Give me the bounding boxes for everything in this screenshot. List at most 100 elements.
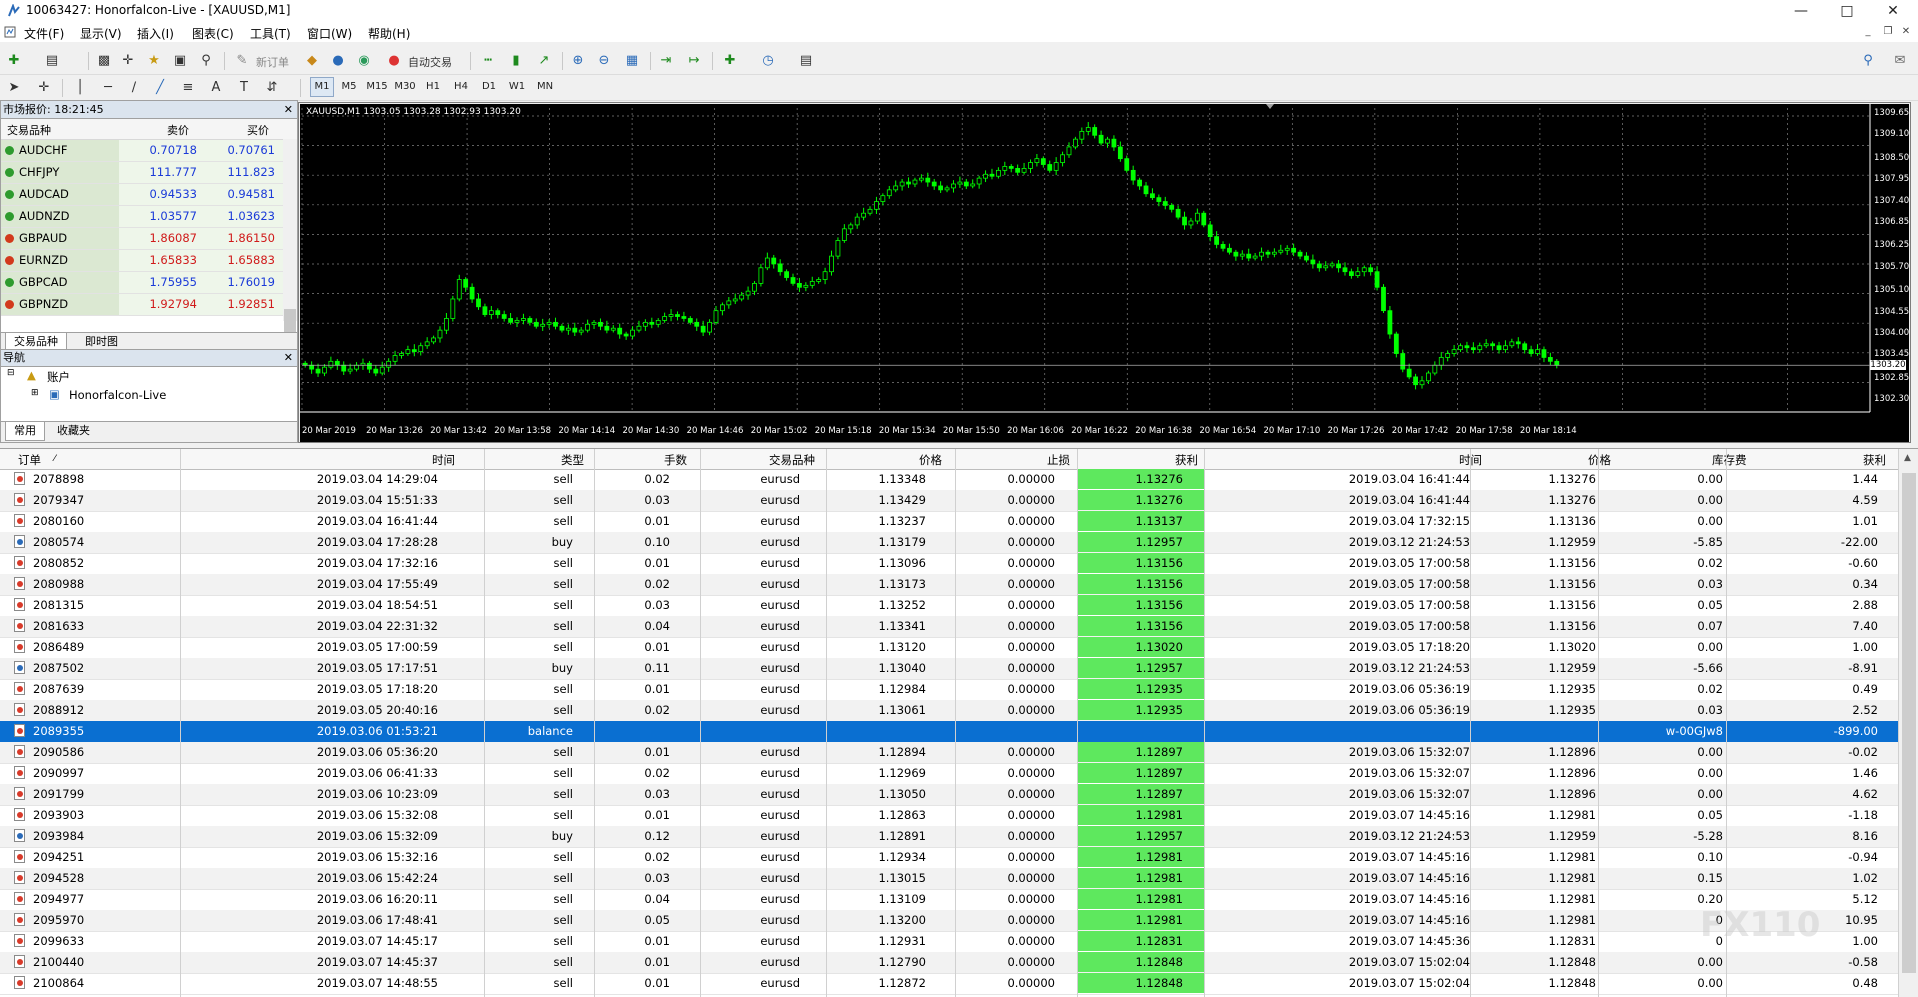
market-watch-row[interactable]: GBPAUD 1.86087 1.86150 (1, 228, 283, 250)
mdi-minimize-icon[interactable]: _ (1860, 24, 1876, 40)
candlestick-icon[interactable]: ▮ (506, 51, 526, 71)
new-chart-icon[interactable]: ✚ (4, 51, 24, 71)
history-row[interactable]: 2095970 2019.03.06 17:48:41 sell 0.05 eurusd… (0, 910, 1898, 932)
col-profit[interactable]: 获利 (1863, 452, 1886, 468)
autoscroll-icon[interactable]: ↦ (684, 51, 704, 71)
history-row[interactable]: 2090586 2019.03.06 05:36:20 sell 0.01 eurusd… (0, 742, 1898, 764)
col-swap[interactable]: 库存费 (1712, 452, 1747, 468)
history-row[interactable]: 2086489 2019.03.05 17:00:59 sell 0.01 eurusd… (0, 637, 1898, 659)
timeframe-h1[interactable]: H1 (422, 76, 444, 98)
new-order-button[interactable]: 新订单 (256, 54, 289, 70)
market-watch-row[interactable]: GBPNZD 1.92794 1.92851 (1, 294, 283, 316)
profiles-icon[interactable]: ▤ (42, 51, 62, 71)
col-open-price[interactable]: 价格 (919, 452, 942, 468)
col-sl[interactable]: 止损 (1047, 452, 1070, 468)
col-close-price[interactable]: 价格 (1588, 452, 1611, 468)
history-row[interactable]: 2088912 2019.03.05 20:40:16 sell 0.02 eurusd… (0, 700, 1898, 722)
col-open-time[interactable]: 时间 (432, 452, 455, 468)
account-server[interactable]: Honorfalcon-Live (69, 388, 166, 402)
terminal-icon[interactable]: ▣ (170, 51, 190, 71)
crosshair-icon[interactable]: ✛ (34, 78, 54, 98)
history-row[interactable]: 2081315 2019.03.04 18:54:51 sell 0.03 eurusd… (0, 595, 1898, 617)
text-label-icon[interactable]: T (234, 78, 254, 98)
menu-file[interactable]: 文件(F) (24, 25, 64, 42)
tab-common[interactable]: 常用 (5, 422, 45, 441)
navigator-icon[interactable]: ★ (144, 51, 164, 71)
history-row[interactable]: 2081633 2019.03.04 22:31:32 sell 0.04 eurusd… (0, 616, 1898, 638)
market-watch-row[interactable]: AUDCAD 0.94533 0.94581 (1, 184, 283, 206)
timeframe-d1[interactable]: D1 (478, 76, 500, 98)
history-row[interactable]: 2087502 2019.03.05 17:17:51 buy 0.11 eurusd 1… (0, 658, 1898, 680)
col-order[interactable]: 订单 (18, 452, 41, 468)
chart-area[interactable]: XAUUSD,M1 1303.05 1303.28 1302.93 1303.2… (300, 104, 1909, 442)
auto-trading-button[interactable]: 自动交易 (408, 54, 452, 70)
templates-icon[interactable]: ▤ (796, 51, 816, 71)
market-watch-row[interactable]: GBPCAD 1.75955 1.76019 (1, 272, 283, 294)
periods-icon[interactable]: ◷ (758, 51, 778, 71)
channel-icon[interactable]: ╱ (150, 78, 170, 98)
col-ask[interactable]: 买价 (247, 122, 269, 138)
history-row[interactable]: 2089355 2019.03.06 01:53:21 balance w-00GJw… (0, 721, 1898, 743)
community-icon[interactable]: ● (328, 51, 348, 71)
timeframe-w1[interactable]: W1 (506, 76, 528, 98)
timeframe-h4[interactable]: H4 (450, 76, 472, 98)
col-lots[interactable]: 手数 (664, 452, 687, 468)
timeframe-mn[interactable]: MN (534, 76, 556, 98)
history-row[interactable]: 2099633 2019.03.07 14:45:17 sell 0.01 eurusd… (0, 931, 1898, 953)
col-symbol[interactable]: 交易品种 (769, 452, 815, 468)
data-window-icon[interactable]: ✛ (118, 51, 138, 71)
mdi-restore-icon[interactable]: ❐ (1880, 24, 1896, 40)
history-row[interactable]: 2080574 2019.03.04 17:28:28 buy 0.10 eurusd 1… (0, 532, 1898, 554)
col-symbol[interactable]: 交易品种 (7, 122, 51, 138)
menu-view[interactable]: 显示(V) (80, 25, 122, 42)
menu-tools[interactable]: 工具(T) (250, 25, 291, 42)
market-watch-scrollbar[interactable] (283, 139, 297, 337)
candlestick-chart[interactable] (300, 104, 1909, 442)
timeframe-m1[interactable]: M1 (310, 77, 334, 97)
menu-charts[interactable]: 图表(C) (192, 25, 234, 42)
history-row[interactable]: 2093984 2019.03.06 15:32:09 buy 0.12 eurusd 1… (0, 826, 1898, 848)
market-watch-row[interactable]: AUDCHF 0.70718 0.70761 (1, 140, 283, 162)
close-icon[interactable]: ✕ (1870, 0, 1916, 22)
search-icon[interactable]: ⚲ (1858, 51, 1878, 71)
history-row[interactable]: 2100864 2019.03.07 14:48:55 sell 0.01 eurusd… (0, 973, 1898, 995)
signals-icon[interactable]: ◉ (354, 51, 374, 71)
cursor-icon[interactable]: ➤ (4, 78, 24, 98)
auto-trading-icon[interactable]: ● (384, 51, 404, 71)
zoom-out-icon[interactable]: ⊖ (594, 51, 614, 71)
trendline-icon[interactable]: ∕ (124, 78, 144, 98)
zoom-in-icon[interactable]: ⊕ (568, 51, 588, 71)
history-row[interactable]: 2080852 2019.03.04 17:32:16 sell 0.01 eurusd… (0, 553, 1898, 575)
scroll-thumb[interactable] (1902, 473, 1916, 973)
chat-icon[interactable]: ✉ (1890, 51, 1910, 71)
market-watch-close-icon[interactable]: ✕ (284, 101, 293, 118)
tile-windows-icon[interactable]: ▦ (622, 51, 642, 71)
col-tp[interactable]: 获利 (1175, 452, 1198, 468)
bar-chart-icon[interactable]: ┅ (478, 51, 498, 71)
menu-help[interactable]: 帮助(H) (368, 25, 410, 42)
tree-expand-icon[interactable]: ⊞ (31, 388, 39, 398)
timeframe-m5[interactable]: M5 (338, 76, 360, 98)
market-watch-row[interactable]: CHFJPY 111.777 111.823 (1, 162, 283, 184)
market-watch-icon[interactable]: ▩ (94, 51, 114, 71)
sort-icon[interactable]: ⁄ (54, 454, 56, 464)
history-row[interactable]: 2100440 2019.03.07 14:45:37 sell 0.01 eurusd… (0, 952, 1898, 974)
arrows-icon[interactable]: ⇵ (262, 78, 282, 98)
minimize-icon[interactable]: — (1778, 0, 1824, 22)
menu-insert[interactable]: 插入(I) (137, 25, 174, 42)
col-type[interactable]: 类型 (561, 452, 584, 468)
navigator-close-icon[interactable]: ✕ (284, 350, 293, 366)
history-row[interactable]: 2079347 2019.03.04 15:51:33 sell 0.03 eurusd… (0, 490, 1898, 512)
history-row[interactable]: 2080988 2019.03.04 17:55:49 sell 0.02 eurusd… (0, 574, 1898, 596)
history-row[interactable]: 2087639 2019.03.05 17:18:20 sell 0.01 eurusd… (0, 679, 1898, 701)
timeframe-m30[interactable]: M30 (394, 76, 416, 98)
accounts-label[interactable]: 账户 (47, 369, 70, 385)
maximize-icon[interactable]: □ (1824, 0, 1870, 22)
horizontal-line-icon[interactable]: ─ (98, 78, 118, 98)
tree-collapse-icon[interactable]: ⊟ (7, 368, 15, 378)
history-row[interactable]: 2091799 2019.03.06 10:23:09 sell 0.03 eurusd… (0, 784, 1898, 806)
history-row[interactable]: 2094251 2019.03.06 15:32:16 sell 0.02 eurusd… (0, 847, 1898, 869)
line-chart-icon[interactable]: ↗ (534, 51, 554, 71)
chart-shift-icon[interactable]: ⇥ (656, 51, 676, 71)
col-bid[interactable]: 卖价 (167, 122, 189, 138)
